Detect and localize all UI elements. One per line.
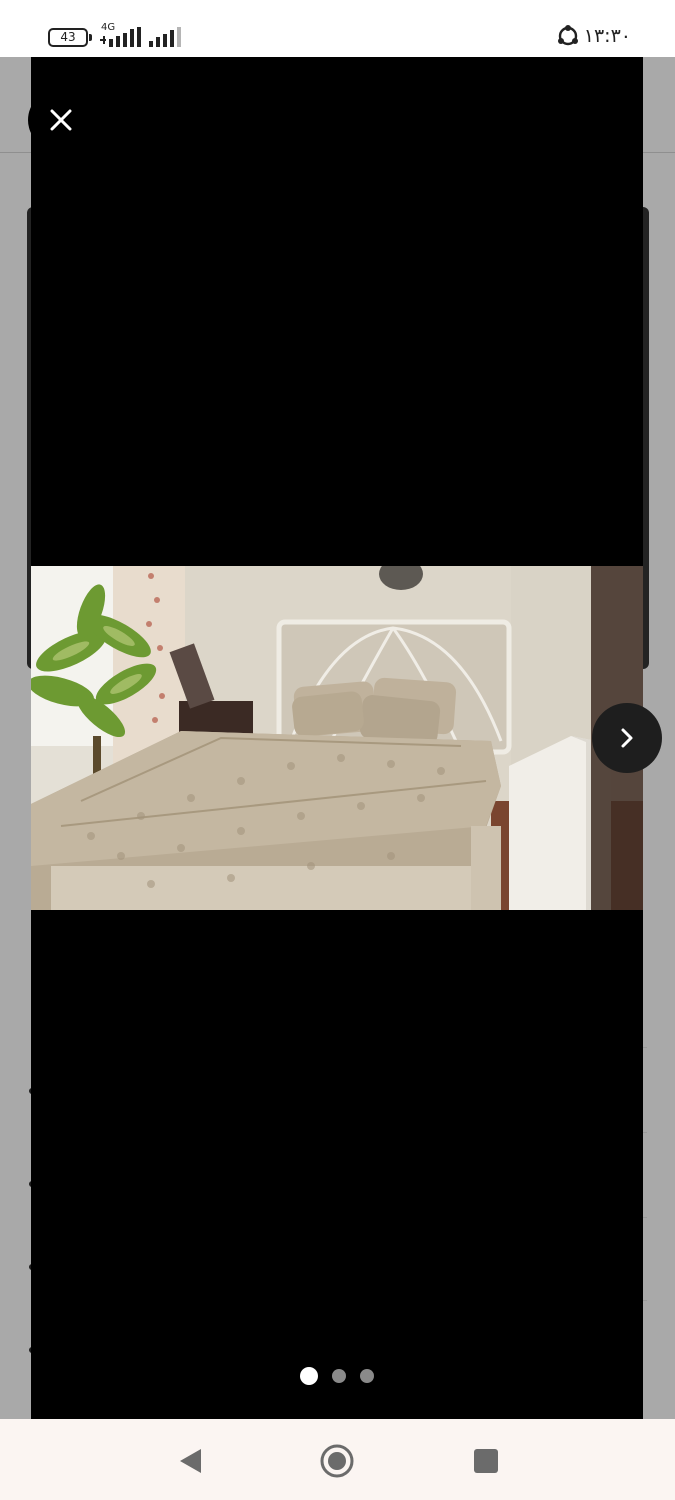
close-button[interactable]: [28, 90, 94, 150]
pagination-dots: [300, 1366, 374, 1386]
signal-icon-sim2: [149, 27, 181, 47]
listing-photo[interactable]: [31, 566, 643, 910]
bed-photo-illustration: [31, 566, 643, 910]
home-circle-icon: [320, 1444, 354, 1478]
chevron-right-icon: [621, 728, 633, 748]
navigation-bar: [0, 1419, 675, 1500]
page-dot-1[interactable]: [300, 1367, 318, 1385]
clock-time: ۱۳:۳۰: [583, 25, 631, 47]
clock-group: ۱۳:۳۰: [556, 24, 631, 48]
recents-button[interactable]: [464, 1439, 508, 1483]
page-dot-3[interactable]: [360, 1369, 374, 1383]
page-dot-2[interactable]: [332, 1369, 346, 1383]
status-bar: 43 4G ۱۳:۳۰: [0, 0, 675, 57]
back-button[interactable]: [168, 1439, 212, 1483]
battery-level: 43: [60, 30, 76, 44]
signal-icon-sim1: [100, 27, 141, 47]
next-image-button[interactable]: [592, 703, 662, 773]
back-triangle-icon: [180, 1449, 201, 1473]
close-icon: [50, 109, 72, 131]
sync-icon: [557, 25, 578, 46]
recents-square-icon: [474, 1449, 498, 1473]
battery-icon: 43: [48, 28, 92, 47]
screen: 43 4G ۱۳:۳۰: [0, 0, 675, 1500]
home-button[interactable]: [315, 1439, 359, 1483]
